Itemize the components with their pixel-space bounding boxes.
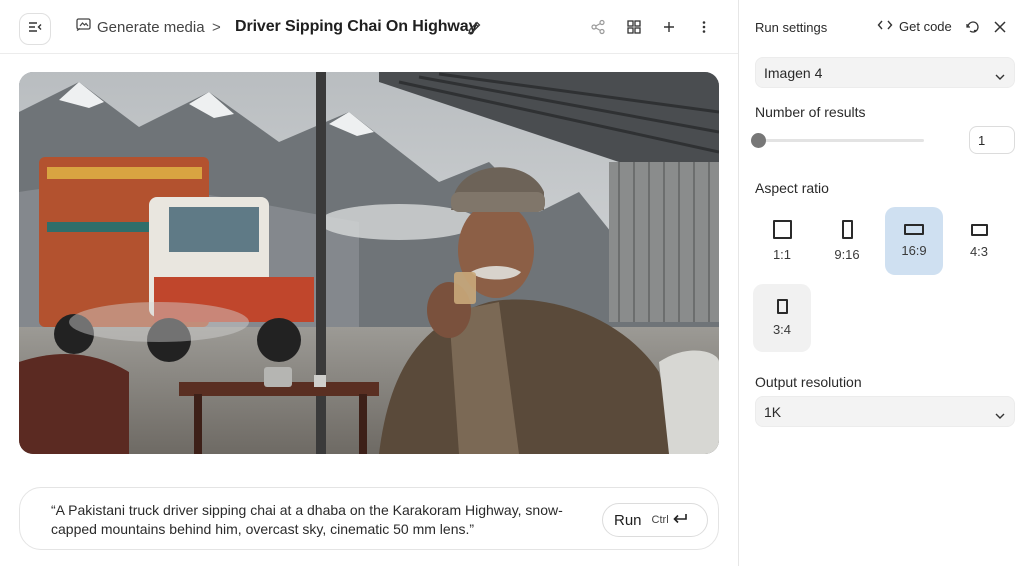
- run-settings-panel: Run settings Get code Imagen 4 Number of…: [738, 0, 1024, 566]
- close-icon[interactable]: [993, 20, 1007, 39]
- wide-ratio-icon: [970, 223, 988, 236]
- aspect-ratio-label-4-3: 4:3: [969, 243, 989, 259]
- aspect-ratio-4-3[interactable]: 4:3: [950, 207, 1008, 275]
- run-button[interactable]: Run Ctrl: [602, 503, 708, 537]
- output-resolution-value: 1K: [764, 404, 782, 420]
- generated-image[interactable]: [19, 72, 719, 454]
- chevron-down-icon: [994, 68, 1006, 84]
- image-generate-icon: [76, 18, 91, 36]
- sidebar-toggle-button[interactable]: [19, 13, 51, 45]
- prompt-text[interactable]: “A Pakistani truck driver sipping chai a…: [51, 501, 596, 539]
- aspect-ratio-3-4[interactable]: 3:4: [753, 284, 811, 352]
- aspect-ratio-9-16[interactable]: 9:16: [818, 207, 876, 275]
- results-slider-track[interactable]: [757, 139, 924, 142]
- shortcut-label: Ctrl: [651, 514, 669, 526]
- get-code-label: Get code: [899, 19, 952, 34]
- prompt-input[interactable]: “A Pakistani truck driver sipping chai a…: [19, 487, 719, 550]
- model-select-value: Imagen 4: [764, 65, 823, 81]
- code-icon: [877, 19, 893, 34]
- results-slider-thumb[interactable]: [751, 133, 766, 148]
- tall-ratio-icon: [776, 299, 788, 314]
- get-code-button[interactable]: Get code: [877, 19, 952, 34]
- aspect-ratio-label-3-4: 3:4: [772, 322, 792, 337]
- panel-title: Run settings: [755, 20, 828, 35]
- more-vertical-icon[interactable]: [696, 19, 712, 40]
- output-resolution-label: Output resolution: [755, 374, 862, 390]
- aspect-ratio-16-9[interactable]: 16:9: [885, 207, 943, 275]
- chevron-down-icon: [994, 407, 1006, 423]
- breadcrumb-generate-media[interactable]: Generate media: [76, 18, 205, 36]
- top-bar: Generate media > Driver Sipping Chai On …: [0, 0, 738, 54]
- aspect-ratio-label-1-1: 1:1: [772, 247, 792, 262]
- sidebar-toggle-icon: [28, 20, 42, 38]
- breadcrumb-separator: >: [212, 19, 221, 36]
- run-label: Run: [614, 511, 642, 529]
- breadcrumb-label: Generate media: [97, 18, 205, 36]
- enter-key-icon: [672, 513, 688, 528]
- number-of-results-input[interactable]: 1: [969, 126, 1015, 154]
- grid-icon[interactable]: [626, 19, 642, 40]
- share-icon[interactable]: [590, 19, 606, 40]
- square-ratio-icon: [772, 220, 792, 239]
- run-shortcut: Ctrl: [652, 513, 688, 528]
- aspect-ratio-label-9-16: 9:16: [834, 247, 860, 262]
- portrait-ratio-icon: [841, 220, 853, 239]
- number-of-results-label: Number of results: [755, 104, 866, 120]
- page-title: Driver Sipping Chai On Highway: [235, 18, 478, 35]
- plus-icon[interactable]: [661, 19, 677, 40]
- landscape-ratio-icon: [904, 224, 924, 235]
- pencil-icon[interactable]: [466, 20, 482, 41]
- output-resolution-select[interactable]: 1K: [755, 396, 1015, 427]
- model-select[interactable]: Imagen 4: [755, 57, 1015, 88]
- aspect-ratio-1-1[interactable]: 1:1: [753, 207, 811, 275]
- aspect-ratio-label-16-9: 16:9: [901, 243, 927, 258]
- aspect-ratio-label: Aspect ratio: [755, 180, 829, 196]
- generated-image-illustration: [19, 72, 719, 454]
- main-area: Generate media > Driver Sipping Chai On …: [0, 0, 738, 566]
- reset-icon[interactable]: [965, 19, 981, 40]
